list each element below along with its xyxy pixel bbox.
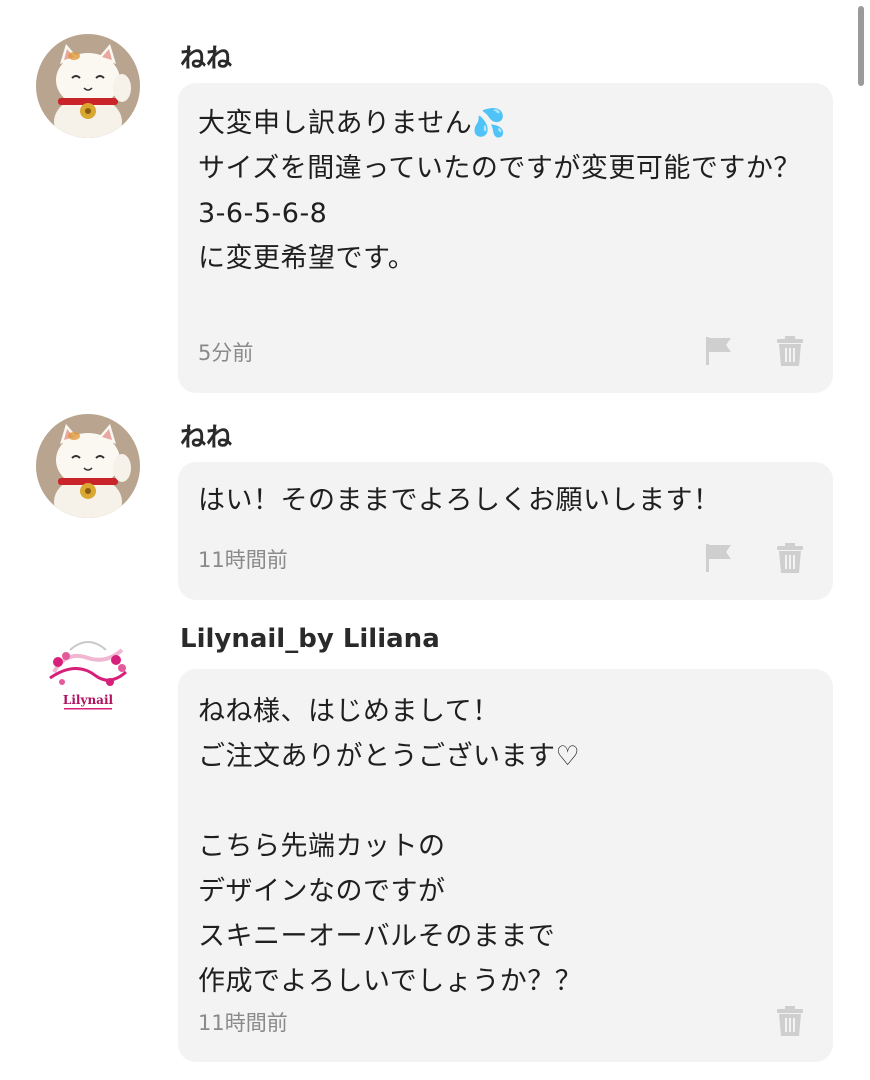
avatar[interactable]: Lilynail [36, 620, 140, 724]
delete-button[interactable] [775, 542, 805, 574]
scrollbar[interactable] [858, 6, 864, 86]
flag-icon [706, 337, 731, 365]
trash-icon [777, 1006, 803, 1036]
timestamp: 5分前 [198, 341, 254, 365]
flag-button[interactable] [704, 542, 734, 574]
timestamp: 11時間前 [198, 1011, 288, 1035]
username[interactable]: Lilynail_by Liliana [180, 624, 440, 654]
lilynail-logo-icon: Lilynail [36, 620, 140, 724]
flag-icon [706, 544, 731, 572]
logo-text: Lilynail [63, 693, 114, 707]
flag-button[interactable] [704, 335, 734, 367]
lucky-cat-avatar-icon [36, 414, 140, 518]
avatar[interactable] [36, 34, 140, 138]
comment-bubble: はい！そのままでよろしくお願いします！ 11時間前 [178, 462, 833, 600]
username[interactable]: ねね [180, 38, 232, 75]
avatar[interactable] [36, 414, 140, 518]
comment-text: 大変申し訳ありません💦 サイズを間違っていたのですが変更可能ですか？ 3-6-5… [198, 108, 801, 274]
username[interactable]: ねね [180, 417, 232, 454]
delete-button[interactable] [775, 1005, 805, 1037]
delete-button[interactable] [775, 335, 805, 367]
trash-icon [777, 543, 803, 573]
timestamp: 11時間前 [198, 548, 288, 572]
trash-icon [777, 336, 803, 366]
comment-text: ねね様、はじめまして！ ご注文ありがとうございます♡ こちら先端カットの デザイ… [198, 696, 583, 997]
lucky-cat-avatar-icon [36, 34, 140, 138]
comment-thread: ねね 大変申し訳ありません💦 サイズを間違っていたのですが変更可能ですか？ 3-… [0, 0, 870, 1080]
comment-bubble: ねね様、はじめまして！ ご注文ありがとうございます♡ こちら先端カットの デザイ… [178, 669, 833, 1062]
comment-text: はい！そのままでよろしくお願いします！ [198, 485, 721, 516]
comment-bubble: 大変申し訳ありません💦 サイズを間違っていたのですが変更可能ですか？ 3-6-5… [178, 83, 833, 393]
